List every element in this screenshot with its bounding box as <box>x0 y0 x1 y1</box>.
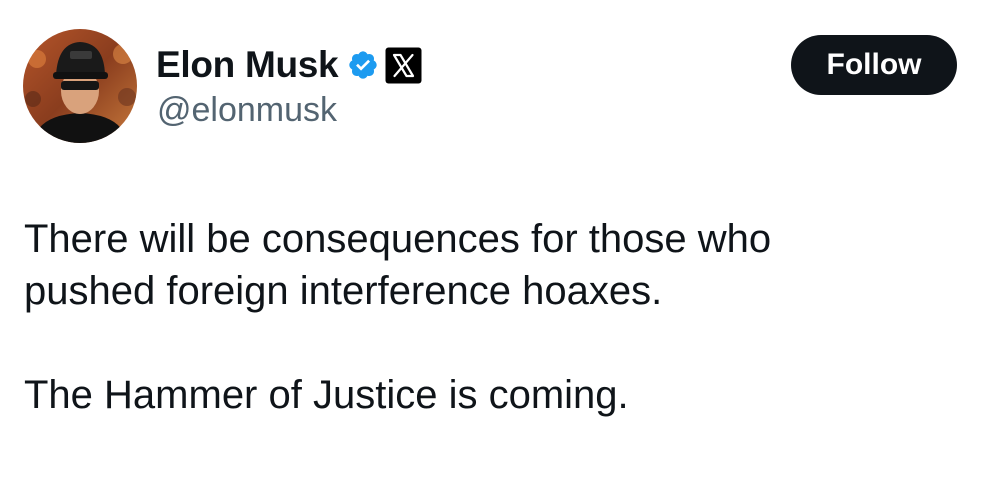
author-display-name[interactable]: Elon Musk <box>156 40 339 90</box>
verified-check-icon[interactable] <box>347 49 379 81</box>
tweet-text-line: The Hammer of Justice is coming. <box>24 373 629 417</box>
author-name-row: Elon Musk <box>156 40 422 90</box>
tweet-text-line: There will be consequences for those who <box>24 217 772 261</box>
author-avatar[interactable] <box>23 29 137 143</box>
tweet-text-line: pushed foreign interference hoaxes. <box>24 269 663 313</box>
avatar-image <box>23 29 137 143</box>
author-handle[interactable]: @elonmusk <box>157 88 337 132</box>
tweet-card: Elon Musk @elonmusk Follow There will be… <box>0 0 1000 485</box>
tweet-text: There will be consequences for those who… <box>24 213 974 421</box>
x-logo-icon[interactable] <box>385 47 422 84</box>
follow-button[interactable]: Follow <box>791 35 957 95</box>
